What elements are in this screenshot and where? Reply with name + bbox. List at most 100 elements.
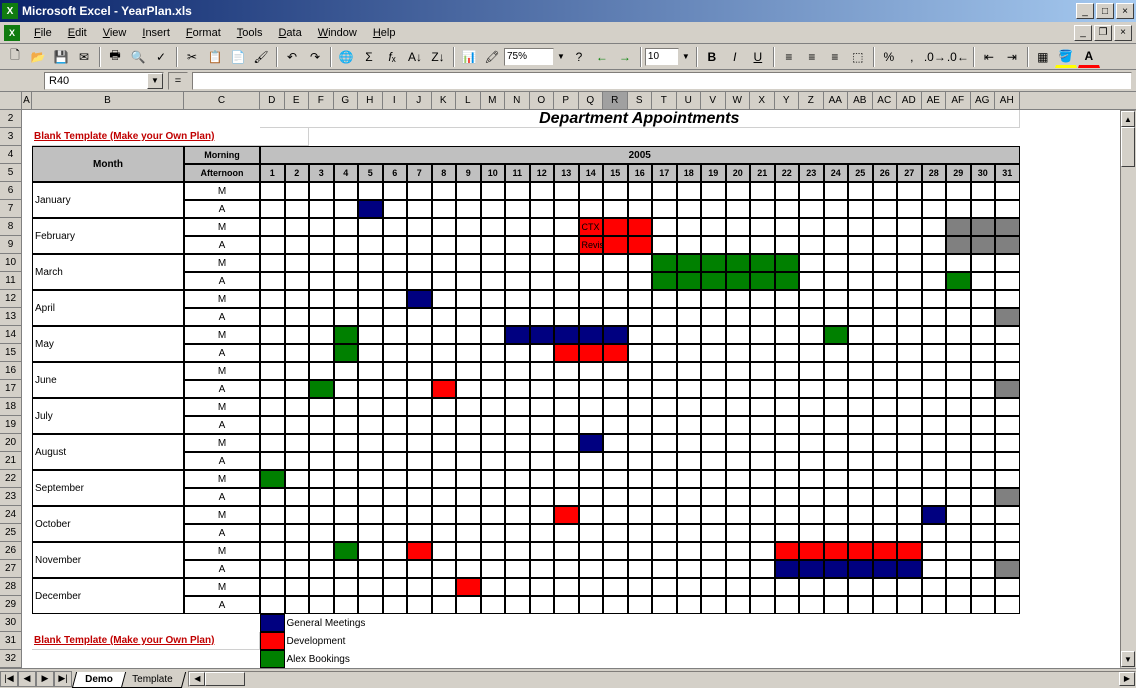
cell-December-M-7[interactable] [407,578,432,596]
cell-April-A-8[interactable] [432,308,457,326]
cell-September-A-18[interactable] [677,488,702,506]
cell-July-A-3[interactable] [309,416,334,434]
row-header-15[interactable]: 15 [0,344,22,362]
legend-swatch-1[interactable] [260,632,285,650]
cell-December-A-10[interactable] [481,596,506,614]
cell-August-M-31[interactable] [995,434,1020,452]
cell-August-M-3[interactable] [309,434,334,452]
day-header-22[interactable]: 22 [775,164,800,182]
cell-February-M-2[interactable] [285,218,310,236]
day-header-18[interactable]: 18 [677,164,702,182]
ma-a-9[interactable]: A [184,524,260,542]
cell-June-M-2[interactable] [285,362,310,380]
cell-February-M-23[interactable] [799,218,824,236]
col-header-B[interactable]: B [32,92,184,109]
cell-September-A-24[interactable] [824,488,849,506]
event-cell[interactable] [750,254,775,272]
cell-June-A-19[interactable] [701,380,726,398]
cell-June-A-26[interactable] [873,380,898,398]
cell-February-A-20[interactable] [726,236,751,254]
cell-January-M-18[interactable] [677,182,702,200]
cell-March-A-4[interactable] [334,272,359,290]
cell-July-A-1[interactable] [260,416,285,434]
cell-June-M-10[interactable] [481,362,506,380]
cell-September-M-12[interactable] [530,470,555,488]
cell-March-A-28[interactable] [922,272,947,290]
row-header-4[interactable]: 4 [0,146,22,164]
cell-December-A-21[interactable] [750,596,775,614]
cell-January-A-22[interactable] [775,200,800,218]
cell-March-M-27[interactable] [897,254,922,272]
cell-December-M-10[interactable] [481,578,506,596]
cell-February-M-8[interactable] [432,218,457,236]
cell-December-A-9[interactable] [456,596,481,614]
cell-January-A-8[interactable] [432,200,457,218]
cell-June-A-25[interactable] [848,380,873,398]
cell-January-A-25[interactable] [848,200,873,218]
row-header-3[interactable]: 3 [0,128,22,146]
cell-August-M-24[interactable] [824,434,849,452]
cell-March-M-11[interactable] [505,254,530,272]
event-cell[interactable] [726,272,751,290]
cell-July-A-10[interactable] [481,416,506,434]
print-preview-icon[interactable]: 🔍 [127,46,149,68]
cell-August-M-6[interactable] [383,434,408,452]
month-june[interactable]: June [32,362,184,398]
cell-January-M-6[interactable] [383,182,408,200]
row-header-29[interactable]: 29 [0,596,22,614]
cell-April-M-2[interactable] [285,290,310,308]
cell-May-M-1[interactable] [260,326,285,344]
cell-July-M-10[interactable] [481,398,506,416]
cell-December-M-17[interactable] [652,578,677,596]
day-header-2[interactable]: 2 [285,164,310,182]
paste-icon[interactable]: 📄 [227,46,249,68]
sheet-tab-template[interactable]: Template [119,672,186,688]
cell-July-A-13[interactable] [554,416,579,434]
cell-November-A-5[interactable] [358,560,383,578]
cell-August-A-14[interactable] [579,452,604,470]
cell-May-M-30[interactable] [971,326,996,344]
cell-July-M-18[interactable] [677,398,702,416]
cell-November-A-2[interactable] [285,560,310,578]
cell-July-A-25[interactable] [848,416,873,434]
ma-a-2[interactable]: A [184,272,260,290]
cell-November-M-29[interactable] [946,542,971,560]
cell-March-A-31[interactable] [995,272,1020,290]
hyperlink-icon[interactable]: 🌐 [335,46,357,68]
cell-April-A-23[interactable] [799,308,824,326]
cell-July-M-27[interactable] [897,398,922,416]
cell-July-M-16[interactable] [628,398,653,416]
email-icon[interactable]: ✉ [73,46,95,68]
day-header-26[interactable]: 26 [873,164,898,182]
cell-January-M-20[interactable] [726,182,751,200]
event-cell[interactable] [603,326,628,344]
day-header-14[interactable]: 14 [579,164,604,182]
cell-October-M-29[interactable] [946,506,971,524]
cell-October-A-6[interactable] [383,524,408,542]
sheet-nav-prev-icon[interactable]: ◀ [18,671,36,687]
day-header-17[interactable]: 17 [652,164,677,182]
event-cell[interactable] [897,542,922,560]
cell-September-M-11[interactable] [505,470,530,488]
cell-February-M-22[interactable] [775,218,800,236]
row-header-31[interactable]: 31 [0,632,22,650]
cell-January-M-14[interactable] [579,182,604,200]
cell-October-M-20[interactable] [726,506,751,524]
cell-November-A-11[interactable] [505,560,530,578]
cell-August-M-4[interactable] [334,434,359,452]
cell-December-A-15[interactable] [603,596,628,614]
cell-April-M-21[interactable] [750,290,775,308]
day-header-11[interactable]: 11 [505,164,530,182]
name-box[interactable]: R40 ▼ [44,72,164,90]
cell-March-M-23[interactable] [799,254,824,272]
col-header-AA[interactable]: AA [824,92,849,109]
cell-May-A-12[interactable] [530,344,555,362]
increase-decimal-icon[interactable]: .0→ [924,46,946,68]
ma-a-4[interactable]: A [184,344,260,362]
cell-January-A-30[interactable] [971,200,996,218]
cell-April-A-20[interactable] [726,308,751,326]
cell-February-A-9[interactable] [456,236,481,254]
cell-March-A-5[interactable] [358,272,383,290]
cell-December-M-24[interactable] [824,578,849,596]
cell-April-A-28[interactable] [922,308,947,326]
